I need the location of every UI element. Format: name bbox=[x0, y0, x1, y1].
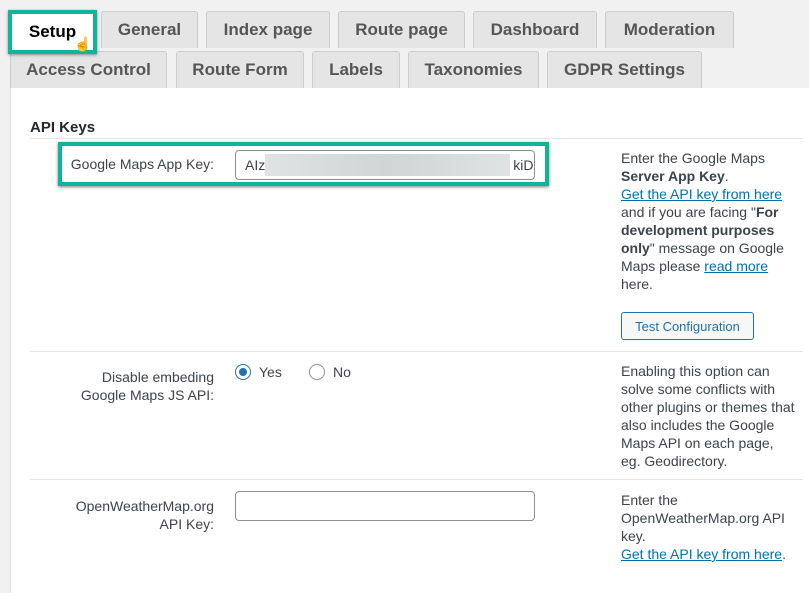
tab-gdpr-settings[interactable]: GDPR Settings bbox=[547, 51, 702, 88]
radio-button[interactable] bbox=[309, 364, 325, 380]
tab-setup[interactable]: Setup ☝ bbox=[8, 10, 97, 54]
disable-embed-label: Disable embeding Google Maps JS API: bbox=[80, 369, 214, 403]
disable-embed-description: Enabling this option can solve some conf… bbox=[621, 363, 795, 469]
test-configuration-button[interactable]: Test Configuration bbox=[621, 312, 754, 340]
tab-labels[interactable]: Labels bbox=[312, 51, 400, 88]
divider bbox=[30, 479, 803, 480]
tab-dashboard[interactable]: Dashboard bbox=[473, 11, 597, 48]
radio-yes[interactable]: Yes bbox=[235, 364, 282, 380]
tab-route-page[interactable]: Route page bbox=[338, 11, 465, 48]
get-openweather-key-link[interactable]: Get the API key from here bbox=[621, 546, 782, 562]
openweather-input[interactable] bbox=[235, 491, 535, 521]
get-api-key-link[interactable]: Get the API key from here bbox=[621, 186, 782, 202]
openweather-description: Enter the OpenWeatherMap.org API key. Get… bbox=[621, 492, 786, 562]
hand-cursor-icon: ☝ bbox=[74, 36, 92, 52]
google-key-description: Enter the Google Maps Server App Key. Get… bbox=[621, 150, 784, 292]
google-key-label: Google Maps App Key: bbox=[70, 156, 214, 172]
divider bbox=[30, 351, 803, 352]
tab-route-form[interactable]: Route Form bbox=[176, 51, 304, 88]
tab-general[interactable]: General bbox=[101, 11, 198, 48]
google-key-input[interactable]: AIz kiD bbox=[235, 150, 535, 180]
read-more-link[interactable]: read more bbox=[704, 258, 768, 274]
openweather-label: OpenWeatherMap.org API Key: bbox=[75, 498, 214, 532]
tab-index-page[interactable]: Index page bbox=[206, 11, 330, 48]
tab-taxonomies[interactable]: Taxonomies bbox=[408, 51, 539, 88]
divider bbox=[30, 138, 803, 139]
radio-no[interactable]: No bbox=[309, 364, 351, 380]
radio-button[interactable] bbox=[235, 364, 251, 380]
redacted-value bbox=[265, 154, 511, 176]
tab-moderation[interactable]: Moderation bbox=[605, 11, 734, 48]
tab-access-control[interactable]: Access Control bbox=[10, 51, 167, 88]
section-title: API Keys bbox=[30, 119, 96, 136]
